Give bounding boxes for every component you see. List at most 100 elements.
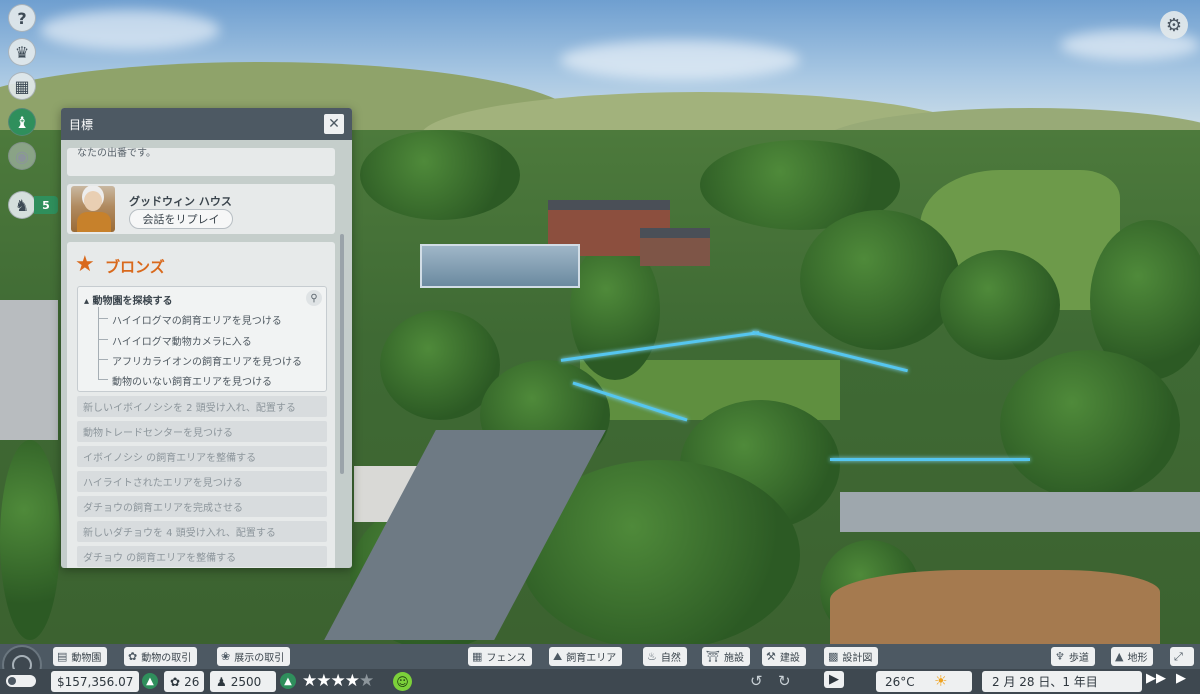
blueprints-button[interactable]: ▩ 設計図 [824,647,879,666]
bug-icon: ❀ [221,650,231,663]
locked-task: 新しいダチョウを 4 頭受け入れ、配置する [77,521,327,542]
trophy-icon[interactable]: ♝ [8,108,36,136]
nature-button[interactable]: ♨ 自然 [643,647,687,666]
objectives-list[interactable]: なたの出番です。 グッドウィン ハウス 会話をリプレイ ★ ブロンズ ▴ 動物園… [67,140,337,568]
star-filled-icon: ★ [344,671,360,691]
animal-icon[interactable]: ♛ [8,38,36,66]
subtask: ハイイログマ動物カメラに入る [112,337,252,348]
arrow-up-icon: ▲ [142,673,158,689]
tier-title: ブロンズ [105,258,165,276]
star-filled-icon: ★ [302,671,317,691]
paths-button[interactable]: ♆ 歩道 [1051,647,1095,666]
habitat-button[interactable]: ⛰ 飼育エリア [549,647,623,666]
panel-header: 目標 [61,108,352,140]
construction-icon: ⚒ [766,650,776,663]
star-empty-icon: ★ [359,671,374,691]
temperature-display[interactable]: 26°C ☀ [876,671,972,692]
subtask: アフリカライオンの飼育エリアを見つける [112,357,302,368]
main-task: ▴ 動物園を探検する [84,296,173,307]
location-pin-icon[interactable]: ⚲ [306,290,322,306]
locked-task: 新しいイボイノシシを 2 頭受け入れ、配置する [77,396,327,417]
tree-tick [98,318,108,319]
cloud [560,40,800,80]
camera-icon[interactable]: ▶ [824,671,844,688]
star-filled-icon: ★ [316,671,331,691]
construction-button[interactable]: ⚒ 建設 [762,647,806,666]
subtask: ハイイログマの飼育エリアを見つける [112,316,282,327]
replay-conversation-button[interactable]: 会話をリプレイ [129,209,233,229]
date-display[interactable]: 2 月 28 日、1 年目 [982,671,1142,692]
tree [1000,350,1180,500]
locked-task: 動物トレードセンターを見つける [77,421,327,442]
scrollbar[interactable] [340,234,344,474]
paw-icon: ✿ [128,650,138,663]
chess-knight-icon[interactable]: ♞ [8,191,36,219]
calendar-icon[interactable]: ▦ [8,72,36,100]
expand-glyph: ⤢ [1174,649,1183,663]
star-icon: ★ [75,252,95,277]
cloud [40,10,220,50]
sun-icon: ☀ [934,672,948,690]
play-icon[interactable]: ▶ [1176,671,1186,686]
dialogue-snippet-card: なたの出番です。 [67,148,335,176]
path-icon: ♆ [1055,650,1065,663]
money-display[interactable]: $157,356.07 [51,671,139,692]
guests-icon: ♟ [216,674,227,689]
notification-badge: 5 [34,196,58,214]
play-speed-icon[interactable]: ▶▶ [1146,671,1166,686]
redo-icon[interactable]: ↻ [778,672,791,690]
house-wing [640,228,710,266]
bronze-tier-card: ★ ブロンズ ▴ 動物園を探検する ⚲ ハイイログマの飼育エリアを見つける ハイ… [67,242,335,568]
happiness-icon[interactable]: ☺ [393,672,412,691]
undo-icon[interactable]: ↺ [750,672,763,690]
research-display[interactable]: ✿ 26 [164,671,204,692]
entrance-structure [0,300,58,440]
blueprint-icon: ▩ [828,650,839,663]
facilities-button[interactable]: ⛩ 施設 [702,647,750,666]
gear-icon[interactable]: ⚙ [1160,11,1188,39]
character-name: グッドウィン ハウス [129,195,232,208]
tree [0,440,60,640]
character-portrait [71,186,115,232]
arrow-up-icon: ▲ [280,673,296,689]
fence-icon: ▦ [472,650,483,663]
toolbar-row-build: ▤ 動物園 ✿ 動物の取引 ❀ 展示の取引 ▦ フェンス ⛰ 飼育エリア ♨ 自然 ⛩ 施設 … [0,644,1200,685]
subtask: 動物のいない飼育エリアを見つける [112,377,272,388]
toggle-switch[interactable] [6,675,36,687]
exhibit-trade-button[interactable]: ❀ 展示の取引 [217,647,291,666]
guests-display[interactable]: ♟ 2500 [210,671,276,692]
dialogue-snippet: なたの出番です。 [77,148,156,159]
highlight-fence [830,458,1030,461]
locked-task: イボイノシシ の飼育エリアを整備する [77,446,327,467]
tree [800,210,960,350]
locked-task: ハイライトされたエリアを見つける [77,471,327,492]
zoo-rating[interactable]: ★★★★★ [302,671,374,692]
close-icon[interactable]: ✕ [324,114,344,134]
toolbar-row-status: $157,356.07 ▲ ✿ 26 ♟ 2500 ▲ ★★★★★ ☺ ↺ ↻ ▶ … [0,669,1200,694]
help-icon[interactable]: ? [8,4,36,32]
tree-tick [98,359,108,360]
locked-task: ダチョウ の飼育エリアを整備する [77,546,327,567]
palm-tree-icon: ♨ [647,650,657,663]
fence-button[interactable]: ▦ フェンス [468,647,533,666]
tree [940,250,1060,360]
terrain-button[interactable]: ▲ 地形 [1111,647,1154,666]
bottom-toolbar: ▤ 動物園 ✿ 動物の取引 ❀ 展示の取引 ▦ フェンス ⛰ 飼育エリア ♨ 自然 ⛩ 施設 … [0,644,1200,694]
leaf-icon: ✿ [170,674,181,689]
character-card: グッドウィン ハウス 会話をリプレイ [67,184,335,234]
objectives-panel: 目標 ✕ なたの出番です。 グッドウィン ハウス 会話をリプレイ ★ ブロンズ … [61,108,352,568]
panel-title: 目標 [69,117,94,132]
expand-icon[interactable]: ⤢ [1170,647,1194,666]
zoo-button[interactable]: ▤ 動物園 [53,647,108,666]
walkway [840,492,1200,532]
active-task-group[interactable]: ▴ 動物園を探検する ⚲ ハイイログマの飼育エリアを見つける ハイイログマ動物カ… [77,286,327,392]
tree [360,130,520,220]
locked-task: ダチョウの飼育エリアを完成させる [77,496,327,517]
star-filled-icon: ★ [330,671,346,691]
dirt-ground [830,570,1160,644]
eye-icon[interactable]: ◉ [8,142,36,170]
mountain-icon: ▲ [1115,650,1124,663]
tree-tick [98,339,108,340]
animal-trade-button[interactable]: ✿ 動物の取引 [124,647,198,666]
greenhouse [420,244,580,288]
